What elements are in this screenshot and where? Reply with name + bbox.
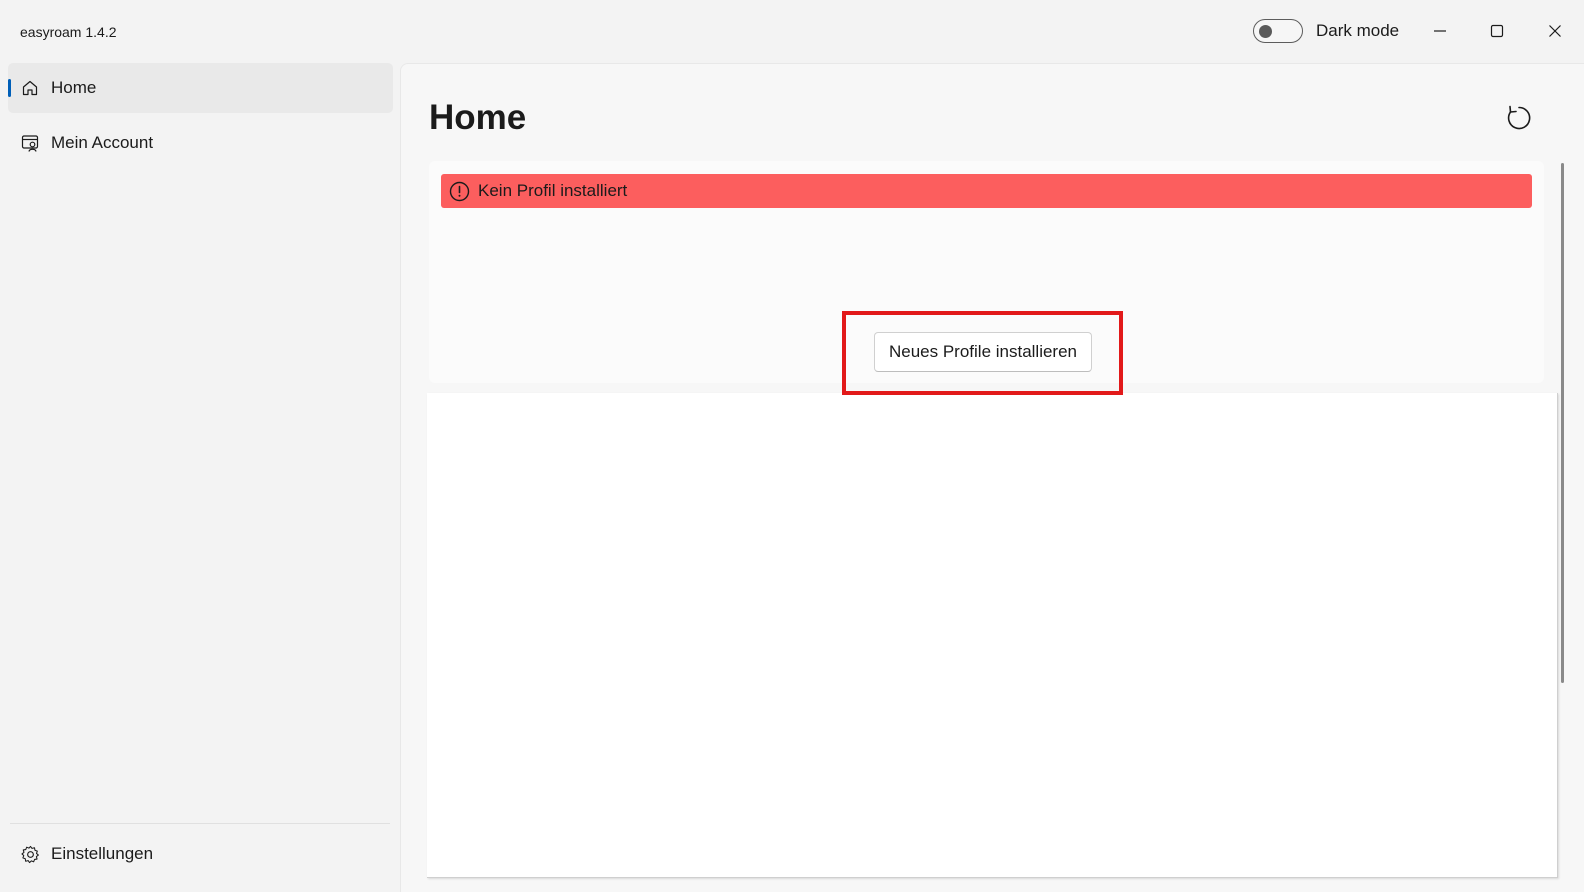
sidebar-divider [10,823,390,824]
dark-mode-toggle-group[interactable]: Dark mode [1253,19,1399,43]
home-icon [20,78,40,98]
toggle-knob [1259,25,1272,38]
title-bar: easyroam 1.4.2 Dark mode [0,0,1584,62]
refresh-button[interactable] [1501,100,1537,136]
minimize-button[interactable] [1420,12,1460,50]
status-alert: Kein Profil installiert [441,174,1532,208]
sidebar-nav: Home Mein Account Einstellungen [0,62,398,892]
scrollbar[interactable] [1561,163,1564,683]
maximize-button[interactable] [1477,12,1517,50]
page-title: Home [429,98,527,137]
active-indicator [8,79,11,97]
sidebar-item-label: Mein Account [51,133,154,152]
app-window: easyroam 1.4.2 Dark mode Home Mein Accou… [0,0,1584,892]
sidebar-item-home[interactable]: Home [8,63,393,113]
maximize-icon [1490,24,1504,38]
minimize-icon [1434,30,1446,32]
close-button[interactable] [1535,12,1575,50]
sidebar-item-account[interactable]: Mein Account [8,118,393,168]
app-title: easyroam 1.4.2 [20,24,117,40]
alert-text: Kein Profil installiert [478,181,628,200]
gear-icon [20,844,40,864]
dark-mode-toggle[interactable] [1253,19,1303,43]
alert-circle-icon [448,180,470,202]
sidebar-item-label: Home [51,78,97,97]
refresh-icon [1507,105,1531,130]
content-panel [427,393,1558,878]
account-icon [20,133,40,153]
close-icon [1549,25,1561,37]
sidebar-item-label: Einstellungen [51,844,154,863]
install-profile-button[interactable]: Neues Profile installieren [874,332,1092,372]
main-content: Home Kein Profil installiert Neues Profi… [400,63,1584,892]
sidebar-item-settings[interactable]: Einstellungen [8,829,393,879]
dark-mode-label: Dark mode [1316,21,1400,40]
